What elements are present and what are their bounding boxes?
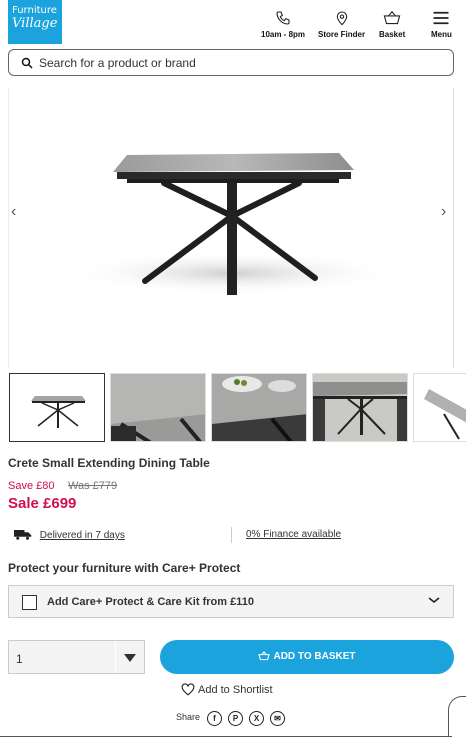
phone-icon [276, 11, 290, 25]
share-label: Share [176, 712, 201, 722]
basket-icon [258, 651, 271, 661]
thumbnail-2-image [111, 374, 205, 441]
location-pin-icon [336, 11, 347, 26]
thumbnail-2[interactable] [110, 373, 206, 442]
shortlist-label: Add to Shortlist [198, 684, 273, 696]
thumbnail-4-image [313, 374, 407, 441]
finance-link[interactable]: 0% Finance available [246, 529, 341, 540]
search-input[interactable] [39, 54, 439, 72]
product-main-image[interactable] [8, 88, 454, 368]
thumbnail-5-image [414, 374, 466, 441]
was-price: Was £779 [68, 480, 118, 492]
search-bar[interactable] [8, 49, 454, 76]
thumbnail-strip [9, 373, 466, 443]
quantity-value: 1 [16, 652, 23, 666]
delivery-truck-icon [14, 530, 32, 540]
x-twitter-icon[interactable]: X [249, 711, 264, 726]
delivery-info: Delivered in 7 days [14, 529, 125, 541]
furniture-village-logo[interactable]: Furniture Village [8, 0, 62, 44]
dining-table-image [62, 153, 402, 295]
basket-label: Basket [379, 30, 406, 39]
thumbnail-5[interactable] [413, 373, 466, 442]
thumbnail-3[interactable] [211, 373, 307, 442]
thumbnail-4[interactable] [312, 373, 408, 442]
delivery-link[interactable]: Delivered in 7 days [40, 530, 125, 541]
care-plus-option[interactable]: Add Care+ Protect & Care Kit from £110 [8, 585, 454, 618]
care-plus-checkbox[interactable] [22, 595, 37, 610]
logo-line2: Village [12, 16, 58, 31]
opening-hours-link[interactable]: 10am - 8pm [261, 10, 305, 39]
chevron-down-icon[interactable] [427, 595, 441, 605]
basket-link[interactable]: Basket [379, 10, 405, 39]
menu-label: Menu [431, 30, 452, 39]
carousel-prev-arrow[interactable]: ‹ [11, 203, 25, 221]
store-finder-label: Store Finder [318, 30, 366, 39]
bottom-divider [0, 736, 452, 737]
store-finder-link[interactable]: Store Finder [318, 10, 365, 39]
add-to-basket-button[interactable]: ADD TO BASKET [160, 640, 454, 674]
facebook-icon[interactable]: f [207, 711, 222, 726]
save-amount: Save £80 [8, 480, 55, 492]
quantity-select[interactable]: 1 [8, 640, 145, 674]
carousel-next-arrow[interactable]: › [441, 203, 455, 221]
care-plus-label: Add Care+ Protect & Care Kit from £110 [47, 596, 254, 608]
basket-icon [383, 10, 401, 25]
logo-line1: Furniture [12, 5, 57, 16]
chat-widget-edge[interactable] [448, 696, 466, 736]
search-icon [21, 57, 33, 69]
care-protect-heading: Protect your furniture with Care+ Protec… [8, 561, 241, 575]
opening-hours-label: 10am - 8pm [261, 30, 306, 39]
heart-icon [181, 683, 195, 696]
dropdown-triangle-icon [124, 654, 136, 662]
info-divider [231, 527, 232, 543]
hamburger-menu-icon [433, 11, 449, 25]
site-header: Furniture Village 10am - 8pm Store Finde… [0, 0, 466, 46]
thumbnail-1-image [31, 396, 86, 428]
product-title: Crete Small Extending Dining Table [8, 456, 210, 470]
sale-price: Sale £699 [8, 495, 77, 512]
thumbnail-3-image [212, 374, 306, 441]
thumbnail-1[interactable] [9, 373, 105, 442]
finance-info: 0% Finance available [246, 529, 341, 540]
email-icon[interactable]: ✉ [270, 711, 285, 726]
pinterest-icon[interactable]: P [228, 711, 243, 726]
quantity-separator [115, 641, 116, 673]
menu-button[interactable]: Menu [431, 10, 452, 39]
add-to-basket-label: ADD TO BASKET [273, 651, 356, 662]
add-to-shortlist-link[interactable]: Add to Shortlist [181, 683, 273, 696]
